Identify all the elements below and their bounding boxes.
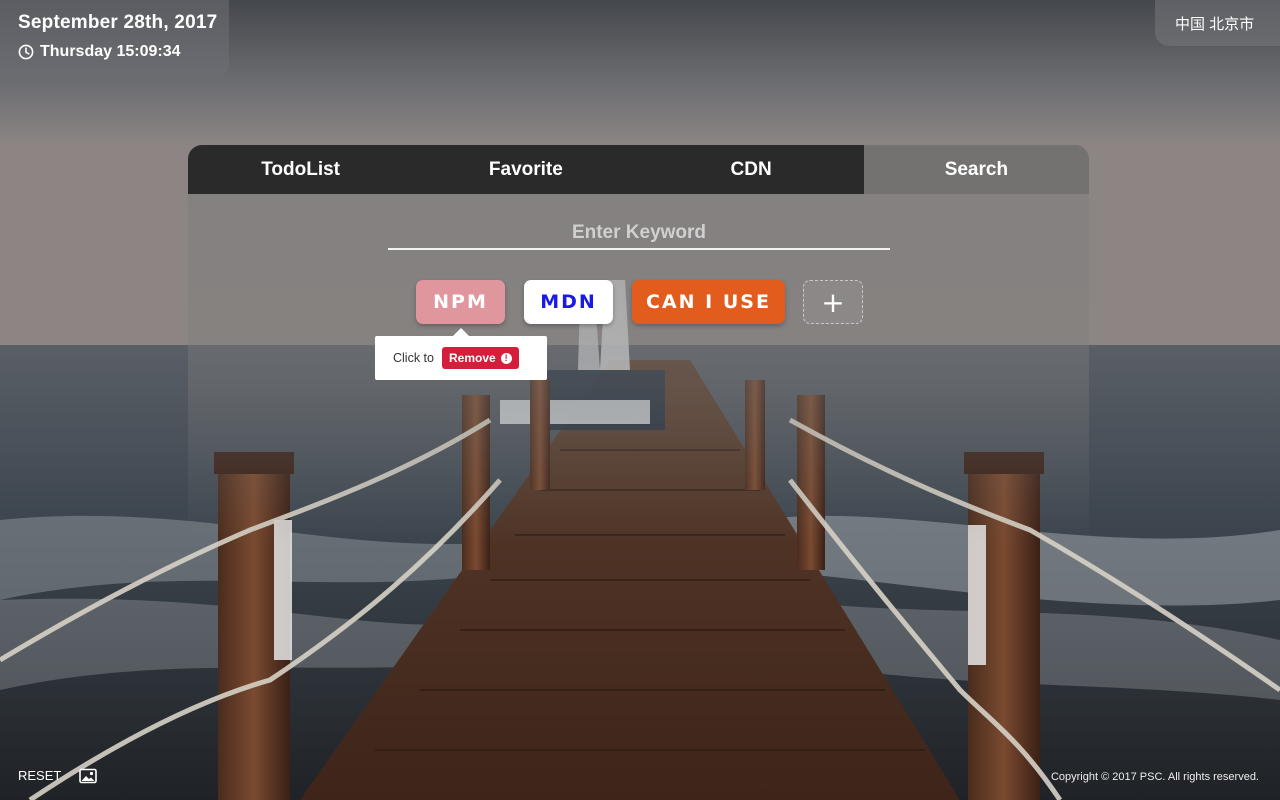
reset-button[interactable]: RESET	[18, 768, 61, 783]
copyright-text: Copyright © 2017 PSC. All rights reserve…	[1050, 771, 1259, 783]
tab-bar: TodoList Favorite CDN Search	[188, 145, 1089, 194]
remove-button[interactable]: Remove !	[441, 347, 519, 369]
datetime-widget: September 28th, 2017 Thursday 15:09:34	[0, 0, 229, 78]
main-panel: TodoList Favorite CDN Search NPM MDN CAN…	[188, 145, 1089, 545]
engine-npm-button[interactable]: NPM	[416, 280, 505, 324]
remove-label: Remove	[448, 351, 496, 365]
tooltip-prefix: Click to	[393, 351, 434, 365]
image-icon[interactable]	[79, 768, 97, 784]
add-engine-button[interactable]: +	[803, 280, 863, 324]
date-label: September 28th, 2017	[18, 12, 218, 33]
time-row: Thursday 15:09:34	[18, 43, 229, 61]
time-label: Thursday 15:09:34	[40, 43, 181, 60]
tab-cdn[interactable]: CDN	[638, 145, 864, 194]
tab-todolist[interactable]: TodoList	[188, 145, 414, 194]
remove-tooltip: Click to Remove !	[375, 328, 547, 380]
engine-mdn-button[interactable]: MDN	[524, 280, 613, 324]
search-input[interactable]	[388, 218, 890, 250]
tab-search[interactable]: Search	[863, 145, 1089, 194]
warning-icon: !	[500, 352, 512, 364]
clock-icon	[18, 44, 34, 60]
location-label: 中国 北京市	[1155, 0, 1280, 46]
tab-favorite[interactable]: Favorite	[413, 145, 639, 194]
engine-caniuse-button[interactable]: CAN I USE	[632, 280, 785, 324]
